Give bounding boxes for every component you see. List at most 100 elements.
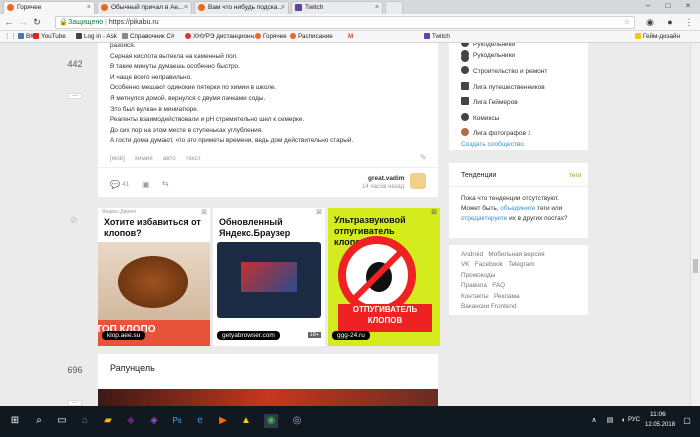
- forward-icon[interactable]: →: [18, 16, 28, 29]
- notifications-icon[interactable]: ▢: [680, 414, 694, 428]
- footer-link[interactable]: Facebook: [475, 261, 503, 268]
- ad-repeller[interactable]: ⊠ Ультразвуковой отпугиватель клопов! ОТ…: [328, 208, 440, 346]
- tag[interactable]: [моё]: [110, 155, 125, 162]
- chrome-icon[interactable]: ◉: [264, 414, 278, 428]
- community-item[interactable]: Рукодельники: [461, 43, 515, 49]
- language-indicator[interactable]: РУС: [628, 417, 640, 423]
- reload-icon[interactable]: ↻: [32, 16, 42, 29]
- ad-domain[interactable]: ggg-24.ru: [332, 331, 370, 340]
- bookmark-goryachee[interactable]: Горячее: [255, 31, 287, 42]
- menu-icon[interactable]: ⋮: [684, 16, 694, 29]
- url-field[interactable]: 🔒 Защищено | https://pikabu.ru ☆: [55, 16, 635, 29]
- vote-minus-button[interactable]: —: [68, 93, 82, 99]
- community-item[interactable]: Комиксы: [461, 113, 499, 123]
- new-tab-button[interactable]: [385, 1, 403, 14]
- search-icon[interactable]: ⌕: [32, 414, 46, 428]
- windows-start-icon[interactable]: ⊞: [8, 414, 22, 428]
- community-item[interactable]: Лига путешественников: [461, 82, 545, 92]
- task-view-icon[interactable]: ▭: [55, 414, 69, 428]
- create-community-link[interactable]: Создать сообщество: [461, 140, 524, 149]
- extension-icon[interactable]: ◉: [645, 16, 655, 29]
- gmail-icon[interactable]: M: [348, 31, 353, 42]
- bookmark-gamedesign[interactable]: Гейм-дизайн: [635, 31, 680, 42]
- photoshop-icon[interactable]: Ps: [170, 414, 184, 428]
- edit-link[interactable]: отредактируете: [461, 215, 507, 222]
- close-window-icon[interactable]: ×: [680, 0, 696, 12]
- avatar[interactable]: [410, 173, 426, 189]
- footer-link[interactable]: VK: [461, 261, 470, 268]
- merge-link[interactable]: объедините: [500, 205, 535, 212]
- bookmark-csharp[interactable]: Справочник C#: [122, 31, 174, 42]
- bookmark-raspisanie[interactable]: Расписание: [290, 31, 333, 42]
- footer-link[interactable]: Android: [461, 251, 483, 258]
- footer-link[interactable]: Реклама: [494, 293, 520, 300]
- profile-icon[interactable]: ●: [665, 16, 675, 29]
- share-icon[interactable]: ⇆: [162, 179, 169, 188]
- ad-close-icon[interactable]: ⊠: [431, 208, 437, 216]
- ad-yandex-browser[interactable]: ⊠ Обновленный Яндекс.Браузер getyabrowse…: [213, 208, 325, 346]
- bookmark-ask[interactable]: Log in - Ask: [76, 31, 117, 42]
- ad-domain[interactable]: klop.aee.su: [102, 331, 146, 340]
- bookmark-youtube[interactable]: YouTube: [33, 31, 66, 42]
- trends-panel: Тенденции теги Пока что тенденции отсутс…: [449, 163, 588, 238]
- edit-icon[interactable]: ✎: [420, 153, 427, 162]
- clock-date[interactable]: 12.05.2018: [645, 422, 675, 428]
- address-bar: ← → ↻ 🔒 Защищено | https://pikabu.ru ☆ ◉…: [0, 14, 700, 31]
- community-item[interactable]: Строительство и ремонт: [461, 66, 547, 76]
- ad-close-icon[interactable]: ⊠: [201, 208, 207, 216]
- maximize-icon[interactable]: □: [660, 0, 676, 12]
- save-icon[interactable]: ▣: [142, 180, 150, 189]
- bookmark-twitch[interactable]: Twitch: [424, 31, 450, 42]
- community-item[interactable]: Лига фотографов 1: [461, 128, 531, 138]
- footer-link[interactable]: Контакты: [461, 293, 489, 300]
- scrollbar-thumb[interactable]: [693, 259, 698, 273]
- community-item[interactable]: Лига Геймеров: [461, 97, 518, 107]
- scrollbar[interactable]: [690, 43, 700, 406]
- footer-link[interactable]: Telegram: [508, 261, 534, 268]
- ad-bedbugs[interactable]: Яндекс.Директ ⊠ Хотите избавиться от кло…: [98, 208, 210, 346]
- store-icon[interactable]: ⌂: [78, 414, 92, 428]
- footer-link[interactable]: Правила: [461, 282, 487, 289]
- tab-goryachee[interactable]: Горячее ×: [3, 1, 95, 14]
- bookmark-vk[interactable]: ВК: [18, 31, 34, 42]
- clock-time[interactable]: 11:06: [650, 411, 666, 418]
- bookmark-nure[interactable]: ХНУРЭ дистанционн...: [185, 31, 259, 42]
- footer-link[interactable]: Мобильная версия: [488, 251, 544, 258]
- apps-icon[interactable]: ⋮⋮: [4, 31, 17, 42]
- vs-purple-icon[interactable]: ◈: [147, 414, 161, 428]
- minimize-icon[interactable]: –: [640, 0, 656, 12]
- tag[interactable]: химия: [135, 155, 153, 162]
- author-name[interactable]: great.vadim: [368, 175, 405, 182]
- ad-domain[interactable]: getyabrowser.com: [217, 331, 280, 340]
- ad-close-icon[interactable]: ⊠: [316, 208, 322, 216]
- comment-icon[interactable]: 💬: [110, 180, 120, 189]
- footer-link[interactable]: Вакансии Frontend: [461, 303, 517, 310]
- trends-line: Может быть, объедините теги или: [461, 204, 567, 214]
- tab-twitch[interactable]: Twitch ×: [291, 1, 383, 14]
- trends-tab-tags[interactable]: теги: [569, 172, 582, 179]
- footer-link[interactable]: FAQ: [492, 282, 505, 289]
- network-icon[interactable]: ▤: [603, 414, 617, 428]
- ad-source: Яндекс.Директ: [102, 209, 137, 215]
- tag[interactable]: авто: [163, 155, 176, 162]
- back-icon[interactable]: ←: [4, 16, 14, 29]
- edge-icon[interactable]: e: [193, 414, 207, 428]
- close-icon[interactable]: ×: [375, 2, 379, 13]
- close-icon[interactable]: ×: [87, 2, 91, 13]
- sublime-icon[interactable]: ▶: [216, 414, 230, 428]
- close-icon[interactable]: ×: [281, 2, 285, 13]
- visual-studio-icon[interactable]: ◆: [124, 414, 138, 428]
- tab-podskaz[interactable]: Вам что нибудь подска... ×: [194, 1, 289, 14]
- footer-link[interactable]: Промокоды: [461, 272, 495, 279]
- community-item[interactable]: Рукодельники: [461, 50, 515, 60]
- close-icon[interactable]: ×: [184, 2, 188, 13]
- file-explorer-icon[interactable]: ▰: [101, 414, 115, 428]
- comments-count[interactable]: 41: [122, 181, 129, 188]
- post-title[interactable]: Рапунцель: [110, 363, 155, 373]
- tab-prichal[interactable]: Обычный причал в Ae... ×: [97, 1, 192, 14]
- star-icon[interactable]: ☆: [624, 17, 630, 28]
- app-icon[interactable]: ◎: [290, 414, 304, 428]
- tag[interactable]: текст: [186, 155, 201, 162]
- app-icon[interactable]: ▲: [239, 414, 253, 428]
- tray-expand-icon[interactable]: ∧: [587, 414, 601, 428]
